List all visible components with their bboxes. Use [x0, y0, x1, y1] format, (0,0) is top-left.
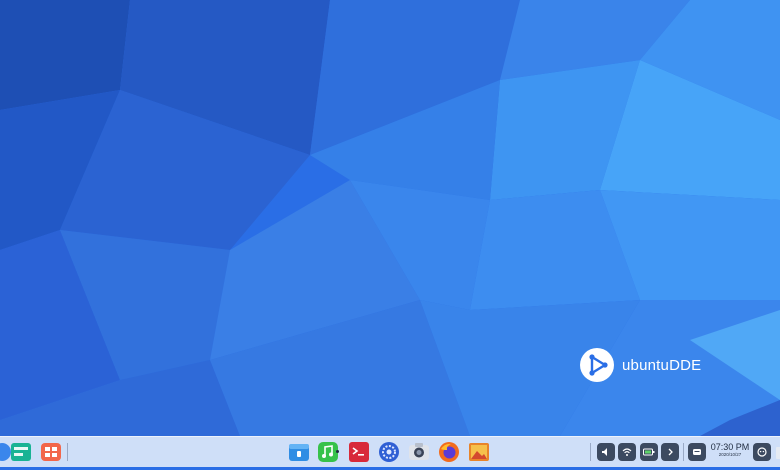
- trash-icon: [776, 447, 780, 459]
- volume-icon: [602, 448, 607, 456]
- chevron-right-icon: [668, 448, 673, 456]
- battery-icon: [643, 448, 655, 456]
- notification-icon: [693, 449, 701, 455]
- clock[interactable]: 07:30 PM 2020/10/27: [709, 443, 751, 458]
- terminal-app[interactable]: [347, 440, 371, 464]
- ubuntudde-brand: ubuntuDDE: [580, 348, 701, 382]
- power-button[interactable]: [753, 443, 771, 461]
- camera-icon: [409, 443, 429, 460]
- image-viewer-app[interactable]: [467, 440, 491, 464]
- firefox-icon: [439, 442, 459, 462]
- file-manager-app[interactable]: [287, 440, 311, 464]
- volume-button[interactable]: [597, 443, 615, 461]
- multitasking-view-icon: [11, 443, 31, 461]
- wifi-button[interactable]: [618, 443, 636, 461]
- show-desktop-button[interactable]: [39, 440, 63, 464]
- wifi-icon: [622, 448, 632, 456]
- clock-date: 2020/10/27: [718, 452, 742, 457]
- control-center-icon: [379, 442, 399, 462]
- running-indicator: [336, 450, 339, 453]
- power-icon: [757, 447, 767, 457]
- battery-button[interactable]: [640, 443, 658, 461]
- notification-button[interactable]: [688, 443, 706, 461]
- control-center-app[interactable]: [377, 440, 401, 464]
- dock-separator: [67, 443, 68, 461]
- multitasking-view-button[interactable]: [9, 440, 33, 464]
- firefox-app[interactable]: [437, 440, 461, 464]
- screenshot-app[interactable]: [407, 440, 431, 464]
- desktop-wallpaper: [0, 0, 780, 470]
- show-desktop-icon: [41, 443, 61, 461]
- brand-name: ubuntuDDE: [622, 356, 702, 374]
- terminal-icon: [349, 442, 369, 462]
- dock-separator: [683, 443, 684, 461]
- tray-expand-button[interactable]: [661, 443, 679, 461]
- dock-separator: [590, 443, 591, 461]
- dock: 07:30 PM 2020/10/27: [0, 436, 780, 467]
- ubuntudde-logo-icon: [580, 348, 614, 382]
- image-viewer-icon: [469, 443, 489, 461]
- trash-button[interactable]: [775, 440, 780, 464]
- file-manager-icon: [289, 444, 309, 461]
- clock-time: 07:30 PM: [710, 442, 750, 452]
